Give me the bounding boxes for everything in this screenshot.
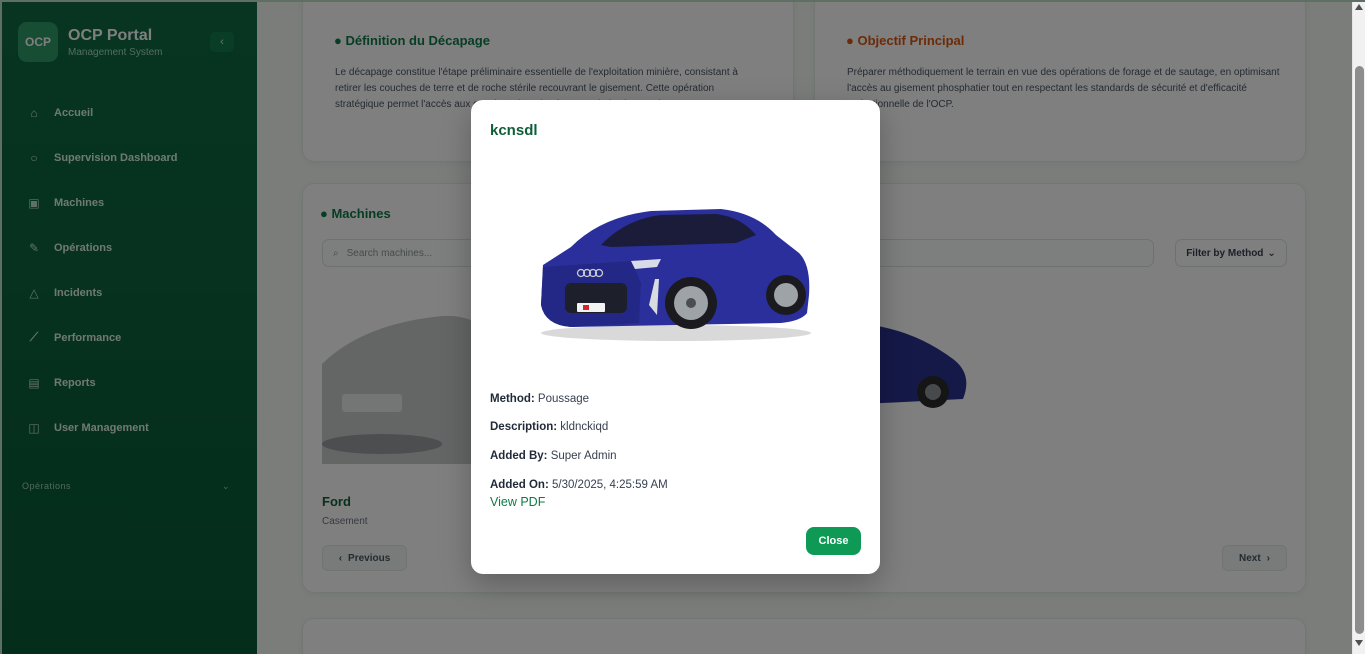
scroll-up-arrow-icon[interactable] <box>1355 4 1363 10</box>
vertical-scrollbar[interactable] <box>1352 0 1365 654</box>
window-frame-left <box>0 0 2 654</box>
detail-description: Description: kldnckiqd <box>490 421 609 433</box>
detail-method: Method: Poussage <box>490 393 590 405</box>
machine-image <box>541 209 811 341</box>
scroll-down-arrow-icon[interactable] <box>1355 640 1363 646</box>
detail-added-by: Added By: Super Admin <box>490 450 617 462</box>
machine-detail-modal: kcnsdl Method: Poussage Description: kld… <box>471 100 880 574</box>
detail-added-on: Added On: 5/30/2025, 4:25:59 AM <box>490 479 668 491</box>
view-pdf-link[interactable]: View PDF <box>490 495 545 509</box>
close-button[interactable]: Close <box>806 527 861 555</box>
window-frame-top <box>0 0 1365 2</box>
scrollbar-thumb[interactable] <box>1355 66 1364 634</box>
modal-title: kcnsdl <box>490 122 538 139</box>
